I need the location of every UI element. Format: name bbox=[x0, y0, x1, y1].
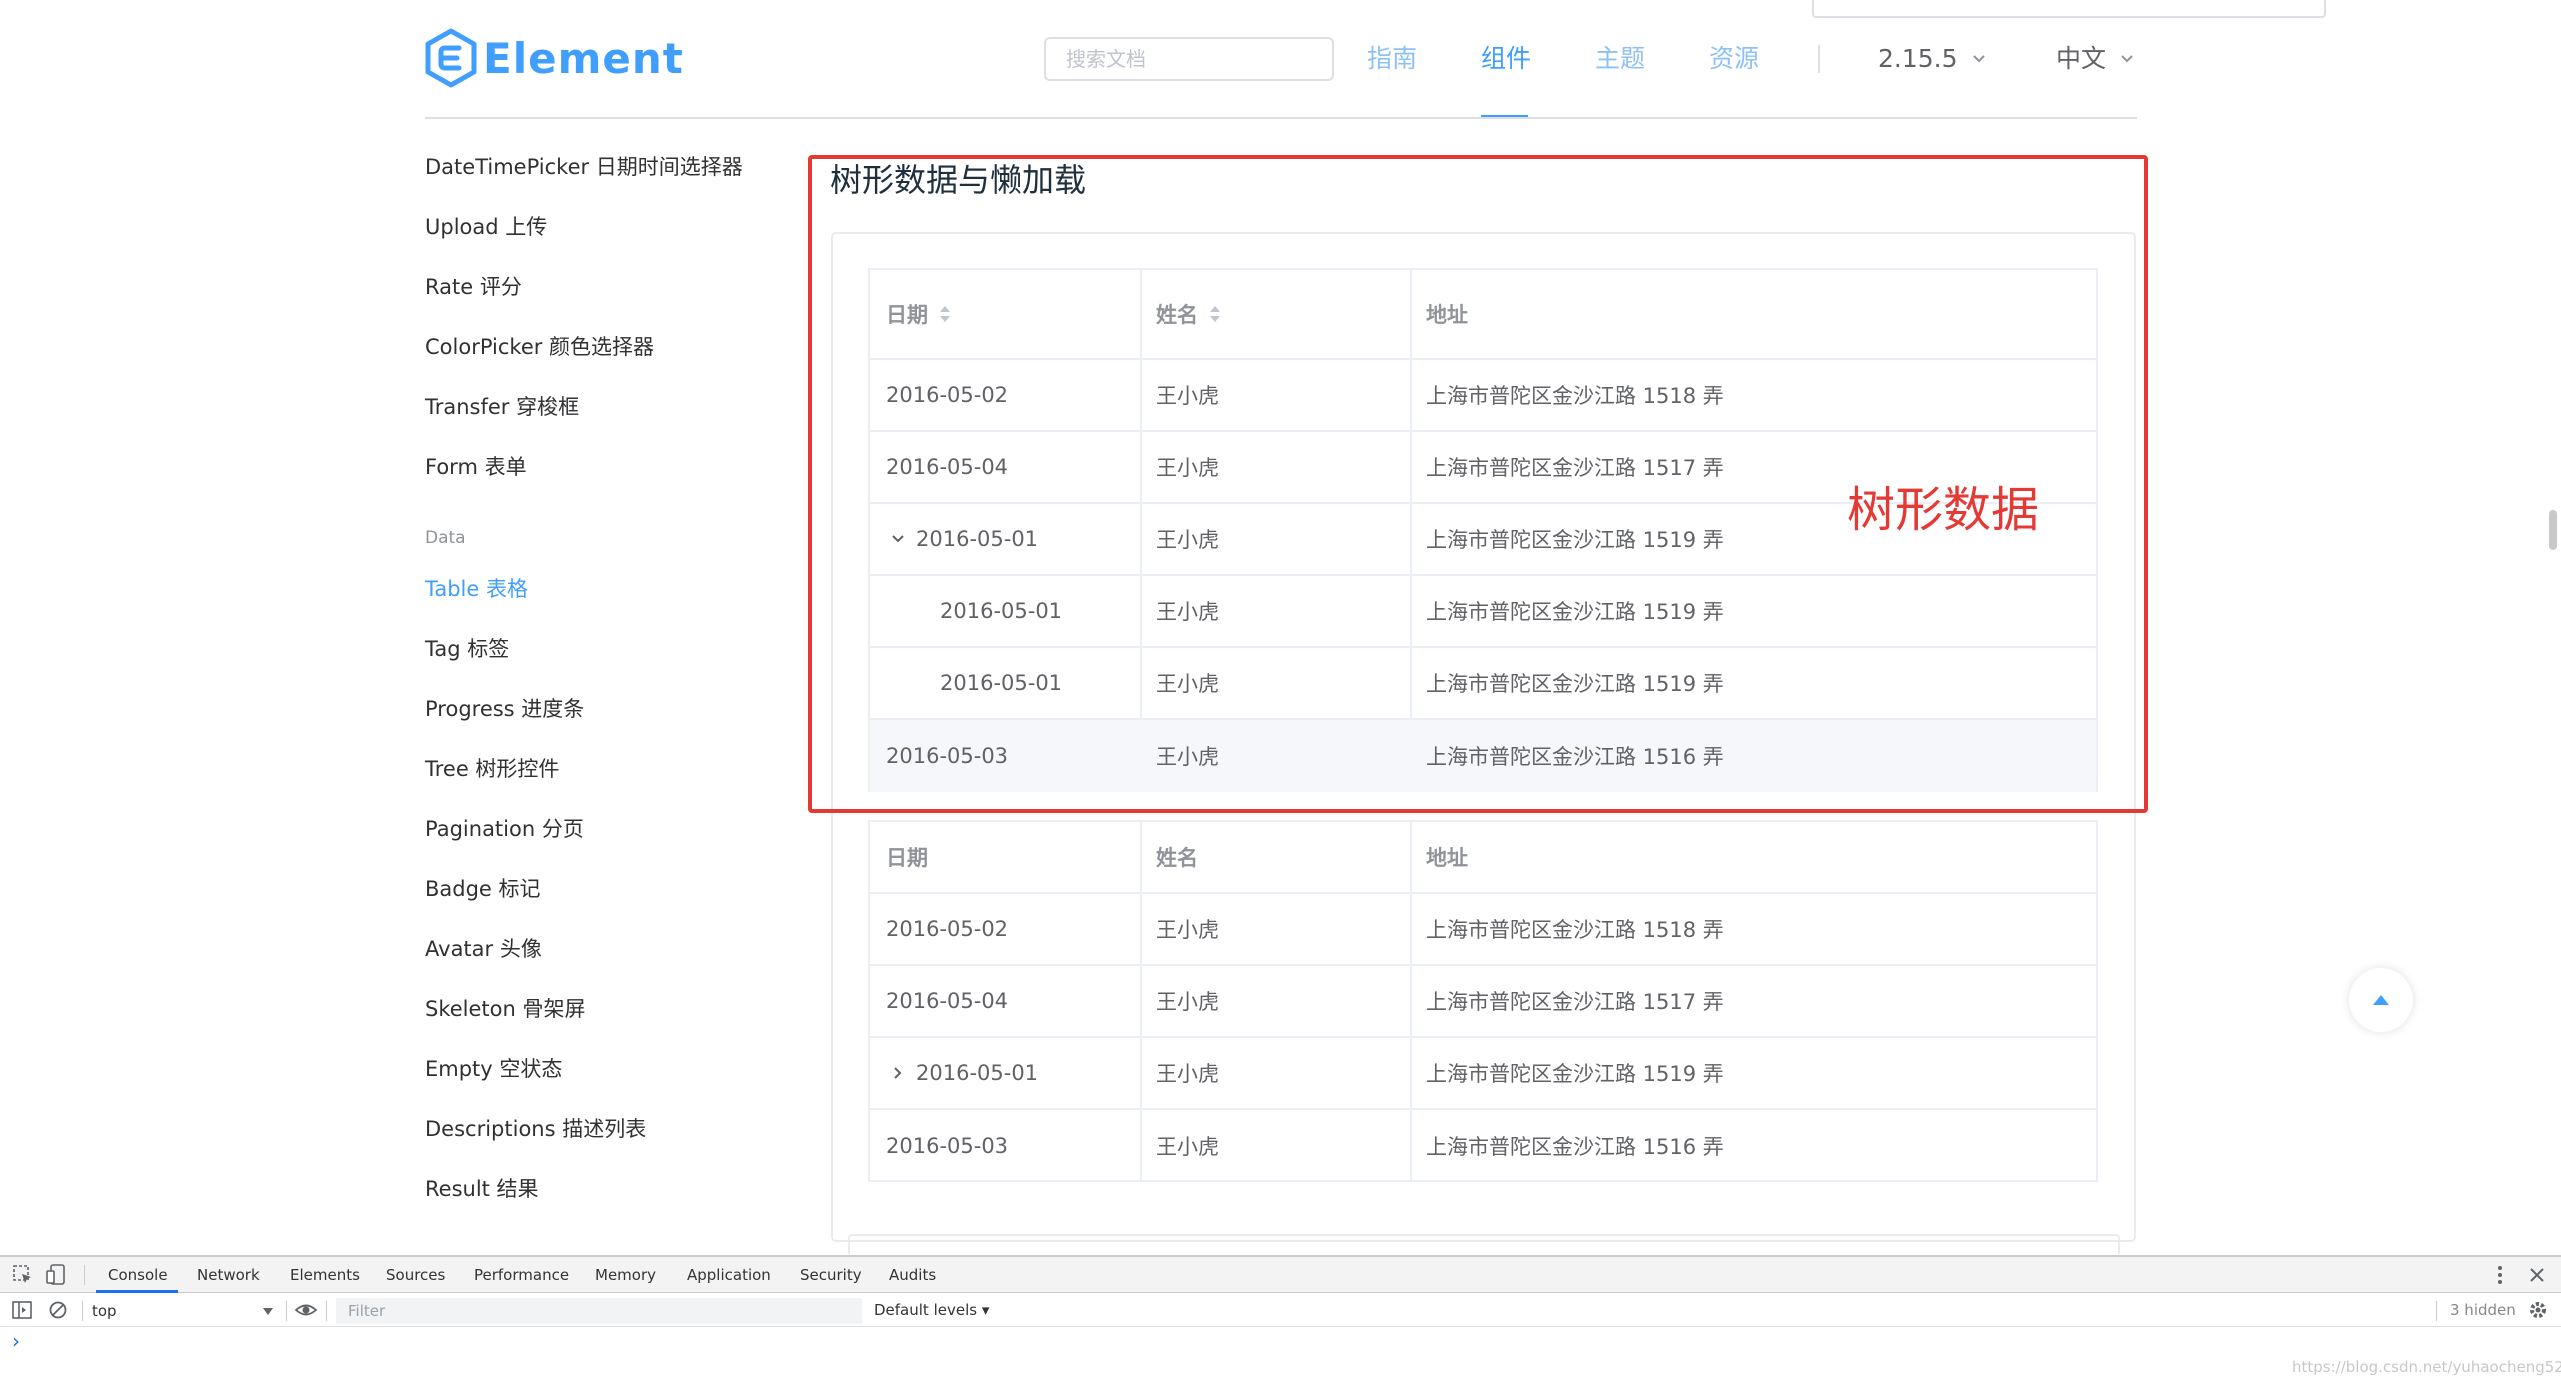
sidebar-item-table[interactable]: Table 表格 bbox=[425, 574, 528, 604]
sidebar-item-datetimepicker[interactable]: DateTimePicker 日期时间选择器 bbox=[425, 152, 743, 182]
demo-block-next bbox=[848, 1234, 2120, 1254]
sidebar-item-tag[interactable]: Tag 标签 bbox=[425, 634, 509, 664]
sidebar-item-progress[interactable]: Progress 进度条 bbox=[425, 694, 584, 724]
inspect-element-icon[interactable] bbox=[12, 1264, 34, 1286]
chevron-down-icon bbox=[1972, 55, 1985, 63]
sidebar-item-colorpicker[interactable]: ColorPicker 颜色选择器 bbox=[425, 332, 654, 362]
version-selector[interactable]: 2.15.5 bbox=[1878, 42, 1986, 76]
sidebar-item-result[interactable]: Result 结果 bbox=[425, 1174, 539, 1204]
sidebar-item-tree[interactable]: Tree 树形控件 bbox=[425, 754, 559, 784]
cell-name: 王小虎 bbox=[1156, 1062, 1219, 1086]
cell-address: 上海市普陀区金沙江路 1517 弄 bbox=[1426, 990, 1724, 1014]
nav-component[interactable]: 组件 bbox=[1481, 42, 1531, 76]
language-label: 中文 bbox=[2056, 44, 2107, 73]
sidebar-item-upload[interactable]: Upload 上传 bbox=[425, 212, 547, 242]
language-selector[interactable]: 中文 bbox=[2056, 42, 2134, 76]
execution-context-label: top bbox=[92, 1302, 117, 1320]
cell-date: 2016-05-03 bbox=[886, 1134, 1009, 1158]
cell-name: 王小虎 bbox=[1156, 990, 1219, 1014]
watermark-text: https://blog.csdn.net/yuhaocheng520 bbox=[2292, 1358, 2561, 1376]
sidebar-item-rate[interactable]: Rate 评分 bbox=[425, 272, 522, 302]
lazy-table: 日期 姓名 地址 2016-05-02 王小虎 上海市普陀区金沙江路 1518 … bbox=[868, 820, 2098, 1182]
table-row: 2016-05-03 王小虎 上海市普陀区金沙江路 1516 弄 bbox=[870, 1110, 2096, 1182]
element-hexagon-icon bbox=[425, 28, 477, 88]
device-toolbar-icon[interactable] bbox=[46, 1263, 68, 1287]
sidebar-item-pagination[interactable]: Pagination 分页 bbox=[425, 814, 584, 844]
live-expression-eye-icon[interactable] bbox=[294, 1301, 318, 1319]
annotation-label: 树形数据 bbox=[1847, 482, 2040, 538]
sidebar-item-descriptions[interactable]: Descriptions 描述列表 bbox=[425, 1114, 646, 1144]
devtools-tab-memory[interactable]: Memory bbox=[595, 1264, 656, 1286]
devtools-tab-network[interactable]: Network bbox=[197, 1264, 260, 1286]
version-label: 2.15.5 bbox=[1878, 44, 1958, 73]
sidebar-item-skeleton[interactable]: Skeleton 骨架屏 bbox=[425, 994, 585, 1024]
devtools-tab-security[interactable]: Security bbox=[800, 1264, 862, 1286]
logo-text: Element bbox=[483, 33, 684, 83]
clear-console-icon[interactable] bbox=[48, 1300, 68, 1320]
sidebar-item-form[interactable]: Form 表单 bbox=[425, 452, 527, 482]
close-icon[interactable] bbox=[2527, 1265, 2547, 1285]
cell-date-text: 2016-05-01 bbox=[916, 1061, 1039, 1085]
table-row: 2016-05-04 王小虎 上海市普陀区金沙江路 1517 弄 bbox=[870, 966, 2096, 1038]
toolbar-divider bbox=[2436, 1301, 2437, 1321]
console-filter-input[interactable]: Filter bbox=[336, 1298, 862, 1324]
console-prompt[interactable]: › bbox=[12, 1330, 20, 1352]
more-options-icon[interactable] bbox=[2492, 1264, 2508, 1286]
cell-address: 上海市普陀区金沙江路 1519 弄 bbox=[1426, 1062, 1724, 1086]
cell-name: 王小虎 bbox=[1156, 1135, 1219, 1159]
cell-date: 2016-05-01 bbox=[886, 1038, 1038, 1108]
log-levels-dropdown[interactable]: Default levels ▾ bbox=[874, 1299, 989, 1321]
table-row: 2016-05-02 王小虎 上海市普陀区金沙江路 1518 弄 bbox=[870, 894, 2096, 966]
caret-down-icon bbox=[263, 1308, 273, 1315]
sidebar-group-data: Data bbox=[425, 528, 466, 548]
search-input[interactable]: 搜索文档 bbox=[1044, 37, 1334, 81]
header-divider bbox=[425, 117, 2137, 119]
devtools-tab-sources[interactable]: Sources bbox=[386, 1264, 445, 1286]
chevron-right-icon[interactable] bbox=[886, 1065, 910, 1081]
devtools-tab-elements[interactable]: Elements bbox=[290, 1264, 360, 1286]
version-dropdown-popup bbox=[1812, 0, 2326, 18]
table-row-collapsed: 2016-05-01 王小虎 上海市普陀区金沙江路 1519 弄 bbox=[870, 1038, 2096, 1110]
toolbar-divider bbox=[82, 1301, 83, 1321]
page-scrollbar[interactable] bbox=[2549, 510, 2557, 550]
execution-context-selector[interactable]: top bbox=[92, 1299, 274, 1323]
nav-divider bbox=[1818, 45, 1820, 73]
chevron-down-icon bbox=[2121, 55, 2133, 63]
header-name: 姓名 bbox=[1156, 846, 1198, 870]
table-header: 日期 姓名 地址 bbox=[870, 822, 2096, 894]
toolbar-divider bbox=[286, 1301, 287, 1321]
nav-theme[interactable]: 主题 bbox=[1595, 42, 1645, 76]
element-logo[interactable]: Element bbox=[425, 28, 684, 88]
sidebar-item-empty[interactable]: Empty 空状态 bbox=[425, 1054, 562, 1084]
devtools-tabbar bbox=[0, 1257, 2561, 1293]
devtools-tab-performance[interactable]: Performance bbox=[474, 1264, 569, 1286]
header-address: 地址 bbox=[1426, 846, 1468, 870]
toolbar-divider bbox=[326, 1301, 327, 1321]
header-date: 日期 bbox=[886, 846, 928, 870]
devtools-tab-application[interactable]: Application bbox=[687, 1264, 771, 1286]
back-to-top-button[interactable] bbox=[2349, 968, 2413, 1032]
cell-name: 王小虎 bbox=[1156, 918, 1219, 942]
toolbar-divider bbox=[84, 1265, 85, 1285]
cell-address: 上海市普陀区金沙江路 1518 弄 bbox=[1426, 918, 1724, 942]
console-settings-gear-icon[interactable] bbox=[2528, 1300, 2548, 1320]
sidebar-item-avatar[interactable]: Avatar 头像 bbox=[425, 934, 542, 964]
hidden-messages-count: 3 hidden bbox=[2450, 1301, 2516, 1319]
devtools-tab-audits[interactable]: Audits bbox=[889, 1264, 936, 1286]
sidebar-item-transfer[interactable]: Transfer 穿梭框 bbox=[425, 392, 579, 422]
cell-address: 上海市普陀区金沙江路 1516 弄 bbox=[1426, 1135, 1724, 1159]
sidebar-item-badge[interactable]: Badge 标记 bbox=[425, 874, 541, 904]
cell-date: 2016-05-04 bbox=[886, 989, 1009, 1013]
caret-up-icon bbox=[2373, 995, 2389, 1005]
show-sidebar-icon[interactable] bbox=[11, 1300, 33, 1320]
cell-date: 2016-05-02 bbox=[886, 917, 1009, 941]
devtools-tab-console[interactable]: Console bbox=[108, 1264, 168, 1286]
nav-guide[interactable]: 指南 bbox=[1367, 42, 1417, 76]
nav-resource[interactable]: 资源 bbox=[1709, 42, 1759, 76]
